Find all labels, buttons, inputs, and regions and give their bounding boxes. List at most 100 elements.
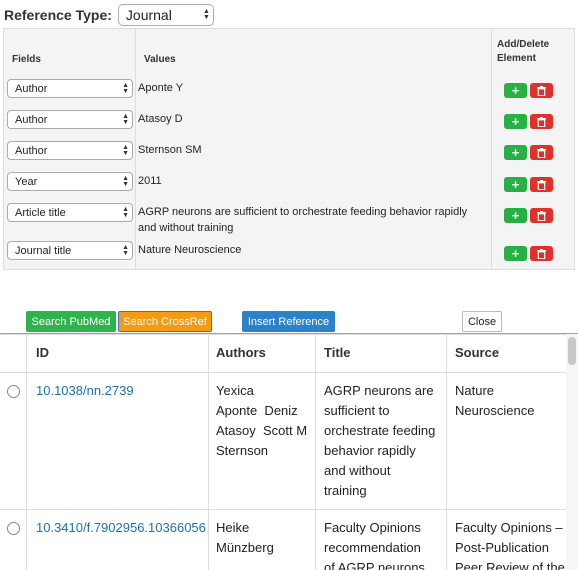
- field-select-value: Journal title: [15, 244, 72, 257]
- trash-icon: [537, 85, 546, 96]
- title-line: orchestrate feeding: [324, 423, 436, 438]
- fields-header: Fields: [12, 54, 41, 65]
- title-line: sufficient to: [324, 403, 390, 418]
- field-value[interactable]: Aponte Y: [138, 80, 478, 96]
- authors-header: Authors: [216, 345, 266, 360]
- trash-icon: [537, 116, 546, 127]
- author-line: Aponte Deniz: [216, 403, 298, 418]
- field-select-value: Article title: [15, 206, 66, 219]
- insert-reference-button[interactable]: Insert Reference: [242, 311, 335, 332]
- delete-element-button[interactable]: [530, 246, 553, 261]
- delete-element-button[interactable]: [530, 177, 553, 192]
- field-select[interactable]: Article title ▲ ▼: [7, 203, 133, 222]
- plus-icon: +: [511, 83, 520, 98]
- source-line: Post-Publication: [455, 540, 549, 555]
- field-value[interactable]: Sternson SM: [138, 142, 478, 158]
- author-line: Münzberg: [216, 540, 274, 555]
- source-line: Peer Review of the: [455, 560, 565, 570]
- result-authors: Heike Münzberg: [216, 518, 274, 558]
- field-select[interactable]: Author ▲ ▼: [7, 79, 133, 98]
- field-select-value: Author: [15, 82, 48, 95]
- author-line: Yexica: [216, 383, 254, 398]
- results-scrollbar[interactable]: [566, 334, 578, 570]
- result-source: Nature Neuroscience: [455, 381, 535, 421]
- field-value[interactable]: AGRP neurons are sufficient to orchestra…: [138, 204, 478, 236]
- title-line: training: [324, 483, 367, 498]
- author-line: Sternson: [216, 443, 269, 458]
- plus-icon: +: [511, 114, 520, 129]
- header-divider: [0, 372, 566, 373]
- reference-type-select[interactable]: Journal ▲ ▼: [117, 4, 214, 26]
- field-value[interactable]: Atasoy D: [138, 111, 478, 127]
- reference-type-row: Reference Type: Journal ▲ ▼: [4, 4, 214, 26]
- title-line: of AGRP neurons: [324, 560, 425, 570]
- source-line: Faculty Opinions –: [455, 520, 563, 535]
- scrollbar-thumb[interactable]: [568, 337, 576, 365]
- result-radio[interactable]: [7, 385, 20, 398]
- values-header: Values: [144, 54, 176, 65]
- select-arrows-icon: ▲ ▼: [122, 112, 129, 126]
- result-source: Faculty Opinions – Post-Publication Peer…: [455, 518, 565, 570]
- search-pubmed-button[interactable]: Search PubMed: [26, 311, 116, 332]
- fields-table: Fields Values Add/Delete Element Author ▲…: [3, 28, 575, 270]
- field-select[interactable]: Author ▲ ▼: [7, 110, 133, 129]
- author-line: Atasoy Scott M: [216, 423, 308, 438]
- results-table: ID Authors Title Source 10.1038/nn.2739 …: [0, 334, 566, 570]
- select-arrows-icon: ▲ ▼: [122, 81, 129, 95]
- source-line: Nature: [455, 383, 495, 398]
- trash-icon: [537, 248, 546, 259]
- column-divider: [315, 334, 316, 570]
- column-divider: [135, 29, 136, 269]
- add-element-button[interactable]: +: [504, 177, 527, 192]
- select-arrows-icon: ▲ ▼: [122, 205, 129, 219]
- column-divider: [26, 334, 27, 570]
- add-delete-header: Add/Delete: [497, 39, 550, 50]
- title-line: recommendation: [324, 540, 421, 555]
- delete-element-button[interactable]: [530, 145, 553, 160]
- delete-element-button[interactable]: [530, 83, 553, 98]
- reference-type-value: Journal: [125, 7, 172, 23]
- delete-element-button[interactable]: [530, 114, 553, 129]
- field-select[interactable]: Journal title ▲ ▼: [7, 241, 133, 260]
- add-element-button[interactable]: +: [504, 114, 527, 129]
- column-divider: [208, 334, 209, 570]
- column-divider: [491, 29, 492, 269]
- title-header: Title: [324, 345, 351, 360]
- add-element-button[interactable]: +: [504, 208, 527, 223]
- title-line: Faculty Opinions: [324, 520, 421, 535]
- plus-icon: +: [511, 246, 520, 261]
- plus-icon: +: [511, 177, 520, 192]
- reference-type-label: Reference Type:: [4, 7, 112, 23]
- author-line: Heike: [216, 520, 250, 535]
- trash-icon: [537, 179, 546, 190]
- result-radio[interactable]: [7, 522, 20, 535]
- field-select-value: Author: [15, 144, 48, 157]
- result-id-link[interactable]: 10.3410/f.7902956.10366056: [36, 518, 206, 538]
- result-title: AGRP neurons are sufficient to orchestra…: [324, 381, 435, 501]
- delete-element-button[interactable]: [530, 208, 553, 223]
- search-crossref-button[interactable]: Search CrossRef: [118, 311, 212, 332]
- add-element-button[interactable]: +: [504, 145, 527, 160]
- add-element-button[interactable]: +: [504, 246, 527, 261]
- field-value[interactable]: Nature Neuroscience: [138, 242, 478, 258]
- plus-icon: +: [511, 208, 520, 223]
- field-select-value: Year: [15, 175, 38, 188]
- field-select-value: Author: [15, 113, 48, 126]
- result-id-link[interactable]: 10.1038/nn.2739: [36, 381, 134, 401]
- element-header: Element: [497, 53, 536, 64]
- field-value[interactable]: 2011: [138, 173, 478, 189]
- column-divider: [446, 334, 447, 570]
- close-button[interactable]: Close: [462, 311, 502, 332]
- source-line: Neuroscience: [455, 403, 535, 418]
- select-arrows-icon: ▲ ▼: [122, 174, 129, 188]
- field-select[interactable]: Year ▲ ▼: [7, 172, 133, 191]
- result-authors: Yexica Aponte Deniz Atasoy Scott M Stern…: [216, 381, 307, 461]
- field-select[interactable]: Author ▲ ▼: [7, 141, 133, 160]
- result-title: Faculty Opinions recommendation of AGRP …: [324, 518, 425, 570]
- add-element-button[interactable]: +: [504, 83, 527, 98]
- id-header: ID: [36, 345, 49, 360]
- title-line: AGRP neurons are: [324, 383, 434, 398]
- title-line: behavior rapidly: [324, 443, 416, 458]
- title-line: and without: [324, 463, 391, 478]
- select-arrows-icon: ▲ ▼: [122, 243, 129, 257]
